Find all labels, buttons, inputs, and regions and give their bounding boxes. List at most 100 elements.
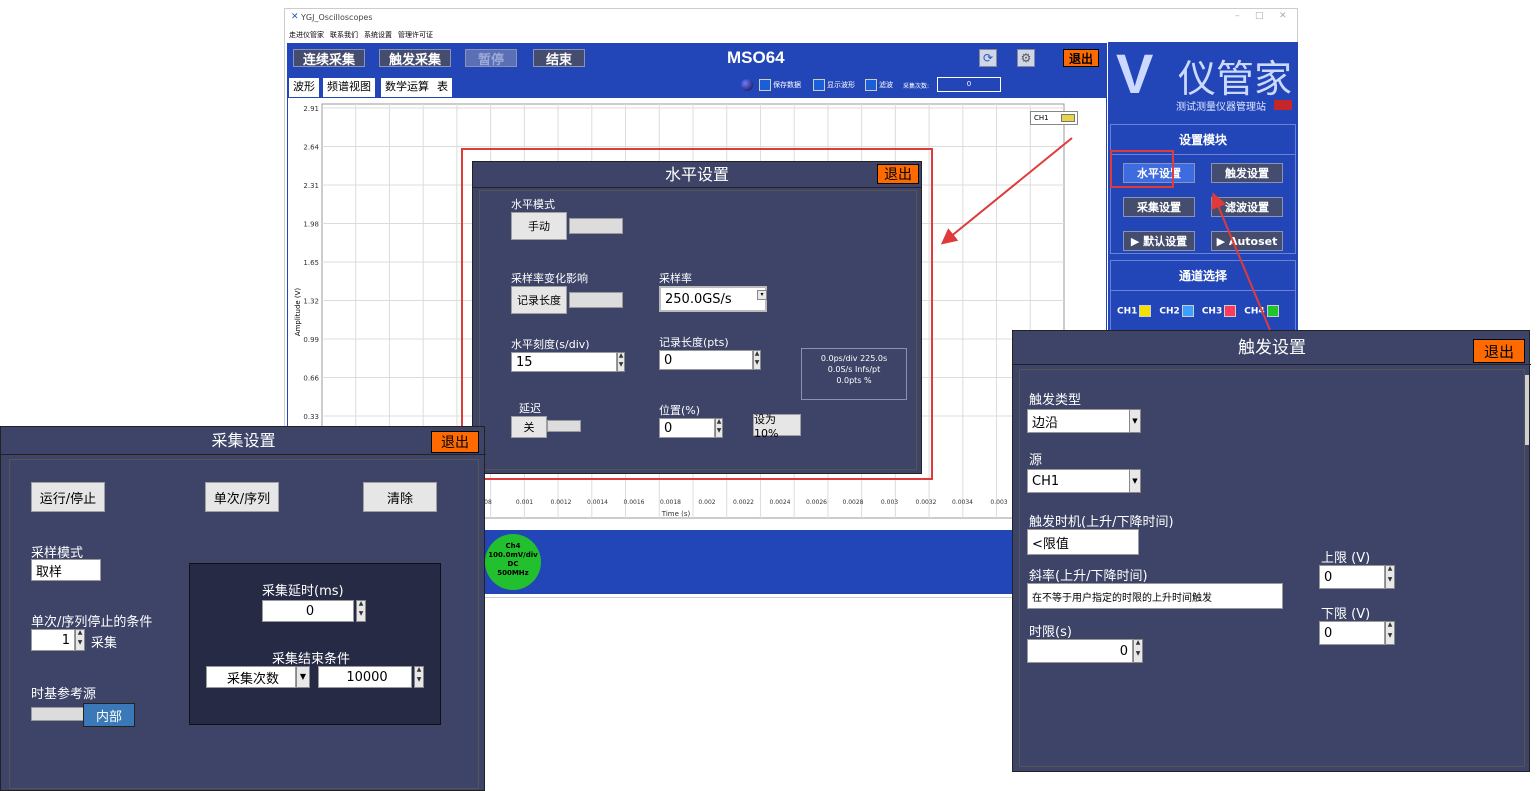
trigger-type-dropdown-icon[interactable]: ▼	[1129, 409, 1141, 433]
trigger-exit-button[interactable]: 退出	[1473, 339, 1525, 363]
run-stop-button[interactable]: 运行/停止	[31, 482, 105, 512]
y-tick-label: 1.32	[303, 298, 319, 306]
down-icon[interactable]: ▼	[1386, 633, 1394, 644]
single-sequence-button[interactable]: 单次/序列	[205, 482, 279, 512]
end-condition-dropdown-icon[interactable]: ▼	[296, 666, 310, 688]
end-button[interactable]: 结束	[533, 49, 585, 68]
lower-limit-stepper[interactable]: ▲ ▼	[1385, 621, 1395, 645]
show-wave-checkbox[interactable]: 显示波形	[813, 79, 855, 91]
horizontal-exit-button[interactable]: 退出	[877, 164, 919, 184]
menu-item-license[interactable]: 管理许可证	[398, 30, 433, 42]
source-dropdown-icon[interactable]: ▼	[1129, 469, 1141, 493]
acq-count-field[interactable]: 0	[937, 77, 1001, 92]
scale-stepper[interactable]: ▲ ▼	[617, 352, 625, 372]
tab-spectrum[interactable]: 频谱视图	[323, 78, 375, 97]
timebase-toggle-track[interactable]	[31, 707, 85, 721]
down-icon[interactable]: ▼	[1134, 651, 1142, 662]
timebase-button[interactable]: 内部	[83, 703, 135, 727]
time-limit-stepper[interactable]: ▲ ▼	[1133, 639, 1143, 663]
acquire-exit-button[interactable]: 退出	[431, 431, 479, 453]
acquire-settings-button[interactable]: 采集设置	[1123, 197, 1195, 217]
tab-table[interactable]: 表	[433, 78, 452, 97]
channel-ch3[interactable]: CH3	[1202, 305, 1238, 317]
maximize-button[interactable]: □	[1255, 11, 1264, 21]
ch4-badge[interactable]: Ch4 100.0mV/div DC 500MHz	[485, 534, 541, 590]
legend-swatch-icon	[1061, 114, 1075, 122]
tab-math[interactable]: 数学运算	[381, 78, 433, 97]
pause-button[interactable]: 暂停	[465, 49, 517, 68]
mode-button[interactable]: 手动	[511, 212, 567, 240]
tab-waveform[interactable]: 波形	[289, 78, 319, 97]
time-limit-input[interactable]: 0	[1027, 639, 1133, 663]
acquire-delay-stepper[interactable]: ▲ ▼	[356, 600, 366, 622]
title-bar: ✕ YGJ_Oscilloscopes – □ ✕	[285, 9, 1299, 27]
stop-condition-input[interactable]: 1	[31, 629, 75, 651]
minimize-button[interactable]: –	[1235, 11, 1240, 21]
upper-limit-stepper[interactable]: ▲ ▼	[1385, 565, 1395, 589]
filter-checkbox[interactable]: 滤波	[865, 79, 893, 91]
channel-ch2[interactable]: CH2	[1159, 305, 1195, 317]
menu-item-settings[interactable]: 系统设置	[364, 30, 392, 42]
rate-effect-toggle-track[interactable]	[569, 292, 623, 308]
upper-limit-input[interactable]: 0	[1319, 565, 1385, 589]
record-stepper[interactable]: ▲ ▼	[753, 350, 761, 370]
gear-icon[interactable]: ⚙	[1017, 49, 1035, 67]
down-icon[interactable]: ▼	[76, 640, 84, 650]
lower-limit-input[interactable]: 0	[1319, 621, 1385, 645]
mode-toggle-track[interactable]	[569, 218, 623, 234]
delay-button[interactable]: 关	[511, 416, 547, 438]
set-10-percent-button[interactable]: 设为10%	[753, 413, 801, 440]
exit-button[interactable]: 退出	[1063, 49, 1099, 67]
side-panel: V 仪管家 测试测量仪器管理站 设置模块 水平设置 触发设置 采集设置 滤波设置…	[1108, 42, 1298, 342]
channel-ch4[interactable]: CH4	[1244, 305, 1280, 317]
rate-effect-label: 采样率变化影响	[511, 272, 588, 285]
end-condition-select[interactable]: 采集次数	[206, 666, 296, 688]
autoset-button[interactable]: ▶ Autoset	[1211, 231, 1283, 251]
stop-condition-stepper[interactable]: ▲ ▼	[75, 629, 85, 651]
down-icon[interactable]: ▼	[415, 677, 423, 687]
channel-checkboxes: CH1 CH2 CH3 CH4	[1117, 305, 1281, 317]
channel-ch1[interactable]: CH1	[1117, 305, 1153, 317]
slope-field[interactable]: 在不等于用户指定的时限的上升时间触发	[1027, 583, 1283, 609]
delay-toggle-track[interactable]	[547, 420, 581, 432]
menu-item-contact[interactable]: 联系我们	[330, 30, 358, 42]
down-icon[interactable]: ▼	[357, 611, 365, 621]
close-button[interactable]: ✕	[1279, 11, 1287, 21]
save-data-checkbox[interactable]: 保存数据	[759, 79, 801, 91]
trigger-acquire-button[interactable]: 触发采集	[379, 49, 451, 68]
acquire-delay-input[interactable]: 0	[262, 600, 354, 622]
rate-effect-button[interactable]: 记录长度	[511, 286, 567, 314]
down-icon[interactable]: ▼	[716, 428, 722, 437]
trigger-scrollbar[interactable]	[1525, 375, 1529, 445]
record-input[interactable]: 0	[659, 350, 753, 370]
sample-rate-dropdown-icon[interactable]: ▾	[757, 290, 767, 300]
scale-input[interactable]: 15	[511, 352, 617, 372]
default-settings-button[interactable]: ▶ 默认设置	[1123, 231, 1195, 251]
logo-mark-icon: V	[1116, 42, 1154, 105]
end-condition-stepper[interactable]: ▲ ▼	[414, 666, 424, 688]
filter-settings-button[interactable]: 滤波设置	[1211, 197, 1283, 217]
delay-label: 延迟	[519, 402, 541, 415]
down-icon[interactable]: ▼	[618, 362, 624, 371]
trigger-settings-button[interactable]: 触发设置	[1211, 163, 1283, 183]
end-condition-input[interactable]: 10000	[318, 666, 412, 688]
horizontal-dialog-title: 水平设置	[473, 162, 921, 188]
acquire-dialog-title: 采集设置	[1, 427, 486, 455]
window-title: YGJ_Oscilloscopes	[301, 13, 373, 22]
sample-rate-select[interactable]: 250.0GS/s	[659, 286, 767, 312]
filter-label: 滤波	[879, 81, 893, 89]
clear-button[interactable]: 清除	[363, 482, 437, 512]
position-input[interactable]: 0	[659, 418, 715, 438]
sample-mode-field[interactable]: 取样	[31, 559, 101, 581]
trigger-type-select[interactable]: 边沿	[1027, 409, 1141, 433]
x-tick-label: 0.0032	[916, 499, 937, 506]
trigger-dialog: 触发设置 退出 触发类型 边沿 ▼ 源 CH1 ▼ 触发时机(上升/下降时间) …	[1012, 330, 1531, 772]
position-stepper[interactable]: ▲ ▼	[715, 418, 723, 438]
timing-field[interactable]: <限值	[1027, 529, 1139, 555]
refresh-icon[interactable]: ⟳	[979, 49, 997, 67]
down-icon[interactable]: ▼	[1386, 577, 1394, 588]
down-icon[interactable]: ▼	[754, 360, 760, 369]
continuous-acquire-button[interactable]: 连续采集	[293, 49, 365, 68]
menu-item-about[interactable]: 走进仪管家	[289, 30, 324, 42]
source-select[interactable]: CH1	[1027, 469, 1141, 493]
